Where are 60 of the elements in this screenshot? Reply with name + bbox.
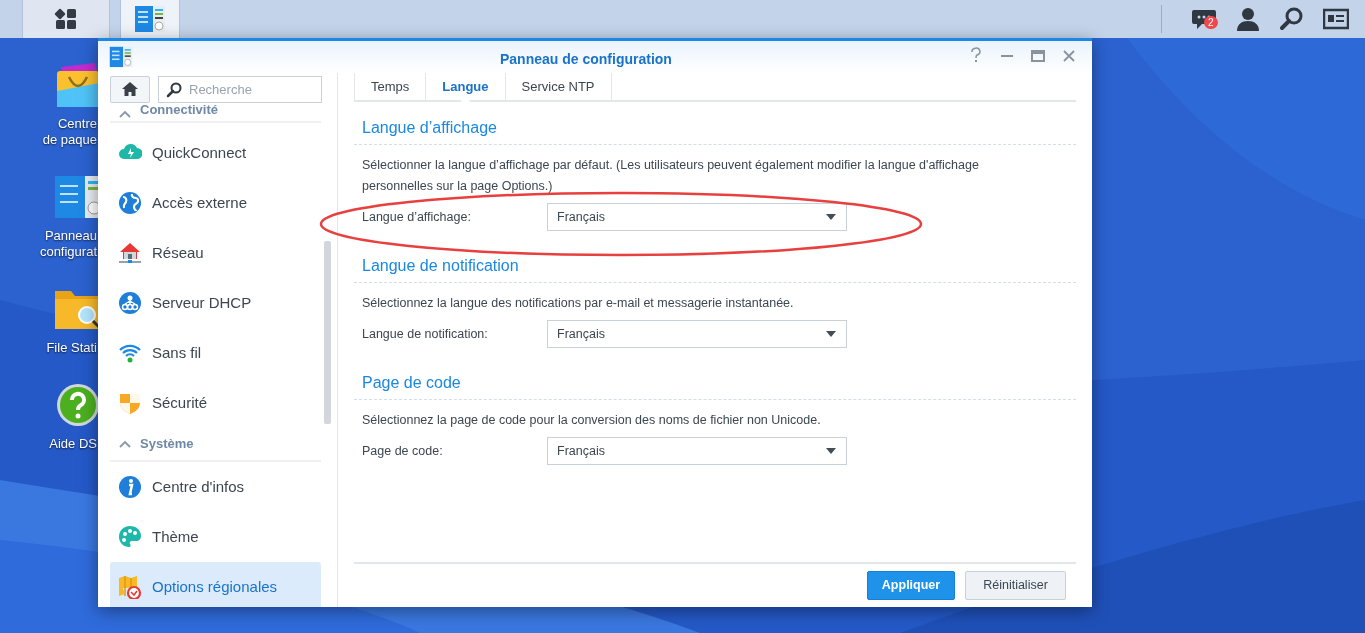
tab[interactable]: Service NTP (504, 73, 612, 100)
sidebar-item[interactable]: Réseau (110, 228, 321, 278)
search-icon (1279, 6, 1305, 32)
sidebar-item[interactable]: Sécurité (110, 378, 321, 428)
control-panel-icon (134, 5, 166, 33)
field-label: Langue d’affichage: (362, 208, 472, 226)
sidebar-item[interactable]: Accès externe (110, 178, 321, 228)
sidebar-item[interactable]: Serveur DHCP (110, 278, 321, 328)
taskbar-app-button[interactable] (120, 0, 180, 38)
sidebar-item[interactable]: Options régionales (110, 562, 321, 607)
language-dropdown[interactable]: Français (547, 203, 847, 231)
id-card-icon (1323, 6, 1349, 32)
field-label: Langue de notification: (362, 325, 489, 343)
section-description: Sélectionnez la page de code pour la conversion des noms de fichier non Unicode. (361, 412, 822, 429)
scrollbar-thumb[interactable] (324, 241, 331, 424)
caret-icon (825, 330, 837, 338)
sidebar-item[interactable]: Centre d'infos (110, 462, 321, 512)
sidebar-item[interactable]: Thème (110, 512, 321, 562)
home-icon (121, 81, 139, 97)
section-description: Sélectionner la langue d’affichage par défaut. (Les utilisateurs peuvent également modifier la langue d'affichage personnelles sur la page Options.) (361, 157, 980, 195)
desktop-icon-label[interactable]: configurat (39, 244, 97, 260)
map-clock-icon (118, 575, 142, 599)
desktop-icon-label[interactable]: Aide DS (49, 436, 97, 452)
desktop-icon-label[interactable]: Panneau (44, 228, 97, 244)
tab[interactable]: Temps (354, 73, 426, 100)
caret-icon (825, 213, 837, 221)
desktop-icon-label[interactable]: de paque (42, 132, 97, 148)
search-icon (166, 81, 182, 98)
control-panel-icon (109, 46, 133, 68)
search-field[interactable]: Recherche (158, 75, 322, 103)
chat-button[interactable]: 2 (1182, 0, 1226, 38)
caret-icon (825, 447, 837, 455)
notification-badge: 2 (1204, 16, 1218, 29)
section-title: Page de code (354, 371, 1076, 400)
desktop-icon-label[interactable]: Centre (57, 116, 97, 132)
section-title: Langue d’affichage (354, 116, 1076, 145)
shield-icon (118, 391, 142, 415)
sidebar-item[interactable]: Sans fil (110, 328, 321, 378)
section-description: Sélectionnez la langue des notifications par e-mail et messagerie instantanée. (361, 295, 795, 312)
shopping-bag-icon (54, 61, 98, 109)
desktop-icon-label[interactable]: File Stati (46, 340, 97, 356)
sidebar-item[interactable]: QuickConnect (110, 128, 321, 178)
apps-icon (54, 7, 78, 31)
window-title: Panneau de configuration (500, 50, 672, 69)
section-header[interactable]: Système (140, 434, 194, 454)
reset-button[interactable]: Réinitialiser (965, 571, 1066, 600)
maximize-icon[interactable] (1029, 47, 1047, 65)
info-icon (118, 475, 142, 499)
network-icon (118, 291, 142, 315)
user-icon (1235, 6, 1261, 32)
tab[interactable]: Langue (425, 73, 505, 100)
home-button[interactable] (110, 75, 150, 103)
palette-icon (118, 525, 142, 549)
language-dropdown[interactable]: Français (547, 320, 847, 348)
house-icon (118, 241, 142, 265)
section-title: Langue de notification (354, 254, 1076, 283)
main-menu-button[interactable] (22, 0, 110, 38)
field-label: Page de code: (362, 442, 444, 460)
globe-icon (118, 191, 142, 215)
language-dropdown[interactable]: Français (547, 437, 847, 465)
